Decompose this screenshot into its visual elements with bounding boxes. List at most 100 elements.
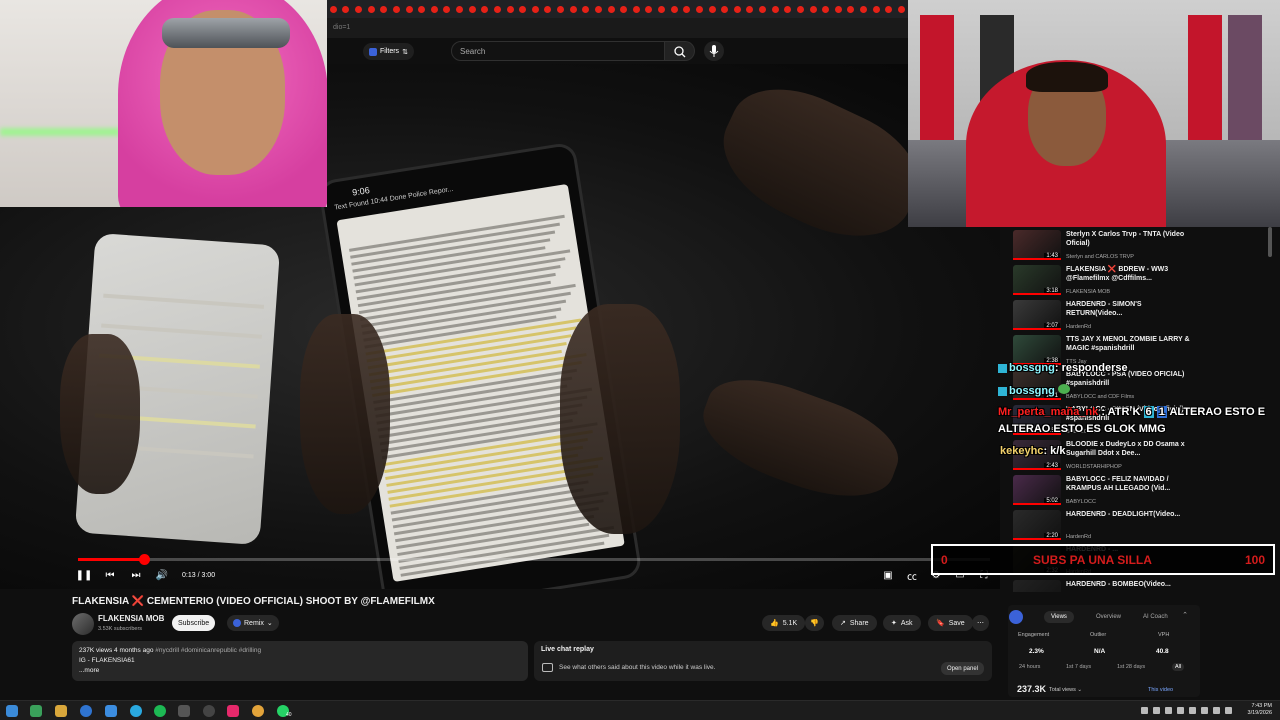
browser-tab[interactable]	[832, 0, 845, 18]
browser-tab[interactable]	[592, 0, 605, 18]
description-box[interactable]: 237K views 4 months ago #nycdrill #domin…	[72, 641, 528, 681]
obs-icon[interactable]	[203, 705, 215, 717]
browser-tab[interactable]	[819, 0, 832, 18]
browser-tab[interactable]	[378, 0, 391, 18]
browser-tab[interactable]	[731, 0, 744, 18]
edge-browser-icon[interactable]	[80, 705, 92, 717]
spotify-icon[interactable]	[154, 705, 166, 717]
browser-tab[interactable]	[542, 0, 555, 18]
browser-tab[interactable]	[756, 0, 769, 18]
browser-tab[interactable]	[403, 0, 416, 18]
video-thumbnail[interactable]: 1:43	[1013, 230, 1061, 260]
browser-tab[interactable]	[643, 0, 656, 18]
total-views-dropdown[interactable]: Total views ⌄	[1049, 687, 1082, 693]
telegram-icon[interactable]	[130, 705, 142, 717]
browser-tab[interactable]	[883, 0, 896, 18]
pause-button[interactable]: ❚❚	[76, 569, 93, 581]
ask-button[interactable]: ✦ Ask	[883, 615, 921, 631]
recommendation-item[interactable]: 5:02 BABYLOCC - FELIZ NAVIDAD / KRAMPUS A…	[1013, 475, 1263, 510]
video-thumbnail[interactable]: 2:38	[1013, 335, 1061, 365]
browser-tab[interactable]	[706, 0, 719, 18]
recommendation-item[interactable]: 2:07 HARDENRD - SIMON'S RETURN(Video... Ha…	[1013, 300, 1263, 335]
save-button[interactable]: 🔖 Save	[928, 615, 973, 631]
progress-bar[interactable]	[78, 554, 990, 565]
browser-tab[interactable]	[668, 0, 681, 18]
recommendation-item[interactable]: 1:43 Sterlyn X Carlos Trvp - TNTA (Video …	[1013, 230, 1263, 265]
browser-tab[interactable]	[580, 0, 593, 18]
browser-tab[interactable]	[441, 0, 454, 18]
recommendation-title[interactable]: HARDENRD - SIMON'S RETURN(Video...	[1066, 300, 1196, 318]
browser-tab[interactable]	[567, 0, 580, 18]
browser-tab[interactable]	[340, 0, 353, 18]
captions-icon[interactable]: ㏄	[906, 569, 918, 583]
show-more-link[interactable]: ...more	[79, 666, 521, 676]
browser-tab[interactable]	[845, 0, 858, 18]
open-panel-button[interactable]: Open panel	[940, 662, 984, 675]
recommendation-title[interactable]: FLAKENSIA ❌ BDREW - WW3 @Flamefilmx @Cdf…	[1066, 265, 1196, 283]
recommendation-item[interactable]: 2:20 HARDENRD - DEADLIGHT(Video... HardenR…	[1013, 510, 1263, 545]
browser-tab[interactable]	[617, 0, 630, 18]
browser-tab[interactable]	[744, 0, 757, 18]
video-thumbnail[interactable]	[1013, 580, 1061, 592]
remix-button[interactable]: Remix ⌄	[227, 615, 279, 631]
browser-tab[interactable]	[415, 0, 428, 18]
browser-tab[interactable]	[327, 0, 340, 18]
tiktok-icon[interactable]	[227, 705, 239, 717]
range-24-hours[interactable]: 24 hours	[1016, 663, 1043, 671]
browser-tab[interactable]	[718, 0, 731, 18]
chevron-up-icon[interactable]: ⌃	[1182, 611, 1188, 619]
browser-tab[interactable]	[857, 0, 870, 18]
recommendation-title[interactable]: TTS JAY X MENOL ZOMBIE LARRY & MAGIC #sp…	[1066, 335, 1196, 353]
channel-name[interactable]: FLAKENSIA MOB	[98, 614, 164, 623]
like-button[interactable]: 👍 5.1K	[762, 615, 806, 631]
browser-tab[interactable]	[516, 0, 529, 18]
browser-tab[interactable]	[769, 0, 782, 18]
recommendation-item[interactable]: HARDENRD - BOMBEO(Video...	[1013, 580, 1263, 592]
address-bar[interactable]: dio=1	[327, 18, 908, 38]
scrollbar[interactable]	[1268, 227, 1272, 257]
browser-tab[interactable]	[466, 0, 479, 18]
volume-icon[interactable]: 🔊	[156, 569, 168, 581]
browser-tab[interactable]	[390, 0, 403, 18]
video-thumbnail[interactable]: 3:18	[1013, 265, 1061, 295]
browser-tab[interactable]	[630, 0, 643, 18]
video-thumbnail[interactable]: 2:20	[1013, 510, 1061, 540]
browser-tab[interactable]	[479, 0, 492, 18]
browser-tab[interactable]	[794, 0, 807, 18]
browser-tab[interactable]	[453, 0, 466, 18]
video-thumbnail[interactable]: 2:07	[1013, 300, 1061, 330]
browser-tab[interactable]	[428, 0, 441, 18]
app-icon[interactable]	[178, 705, 190, 717]
recommendation-item[interactable]: 3:18 FLAKENSIA ❌ BDREW - WW3 @Flamefilmx …	[1013, 265, 1263, 300]
range-first-7-days[interactable]: 1st 7 days	[1063, 663, 1094, 671]
tab-views[interactable]: Views	[1044, 611, 1074, 623]
recommendation-title[interactable]: HARDENRD - BOMBEO(Video...	[1066, 580, 1196, 589]
subscribe-button[interactable]: Subscribe	[172, 615, 216, 631]
browser-tab[interactable]	[605, 0, 618, 18]
hashtags[interactable]: #nycdrill #dominicanrepublic #drilling	[155, 647, 261, 654]
browser-tab[interactable]	[655, 0, 668, 18]
browser-tab[interactable]	[365, 0, 378, 18]
browser-tab[interactable]	[352, 0, 365, 18]
windows-start-icon[interactable]	[6, 705, 18, 717]
next-button[interactable]: ⏭	[130, 569, 142, 581]
search-button[interactable]	[665, 41, 695, 61]
range-all[interactable]: All	[1172, 663, 1185, 671]
browser-tab[interactable]	[807, 0, 820, 18]
clock[interactable]: 7:43 PM 3/19/2026	[1248, 703, 1272, 717]
dislike-button[interactable]: 👎	[805, 615, 824, 631]
range-first-28-days[interactable]: 1st 28 days	[1114, 663, 1148, 671]
scrubber-handle[interactable]	[138, 554, 150, 565]
browser-tab[interactable]	[895, 0, 908, 18]
recommendation-title[interactable]: HARDENRD - DEADLIGHT(Video...	[1066, 510, 1196, 519]
tab-overview[interactable]: Overview	[1089, 611, 1128, 623]
channel-avatar[interactable]	[72, 613, 94, 635]
share-button[interactable]: ↗ Share	[832, 615, 877, 631]
recommendation-title[interactable]: Sterlyn X Carlos Trvp - TNTA (Video Ofic…	[1066, 230, 1196, 248]
browser-tab[interactable]	[529, 0, 542, 18]
browser-tab[interactable]	[504, 0, 517, 18]
miniplayer-icon[interactable]: ▣	[882, 569, 894, 581]
filters-button[interactable]: Filters ⇅	[363, 43, 414, 60]
system-tray-icons[interactable]	[1141, 707, 1232, 714]
voice-search-button[interactable]	[704, 41, 724, 61]
